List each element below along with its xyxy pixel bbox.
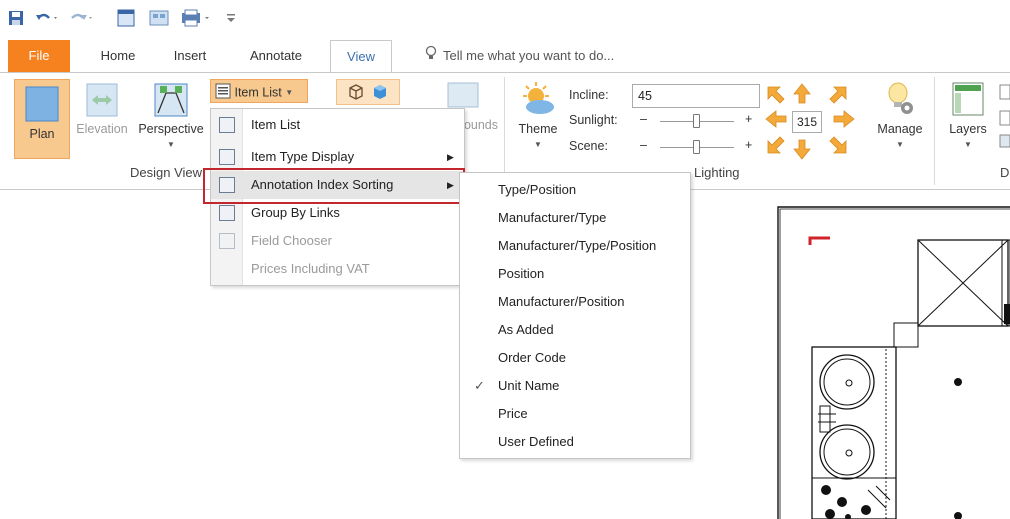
sunlight-label: Sunlight: — [569, 113, 618, 127]
tab-insert[interactable]: Insert — [160, 40, 220, 72]
layers-button[interactable]: Layers ▼ — [946, 81, 990, 163]
list-icon — [215, 83, 231, 102]
sort-option-label: Unit Name — [498, 378, 560, 393]
sunlight-plus[interactable]: + — [745, 112, 752, 126]
perspective-icon — [154, 83, 188, 120]
plan-label: Plan — [29, 127, 55, 141]
sort-option-order-code[interactable]: Order Code — [460, 344, 690, 372]
elevation-icon — [86, 83, 118, 120]
sort-option-position[interactable]: Position — [460, 260, 690, 288]
menu-item-label: Item Type Display — [251, 149, 355, 164]
chevron-down-icon: ▼ — [167, 140, 175, 149]
submenu-arrow-icon: ▶ — [447, 152, 454, 162]
chevron-down-icon: ▼ — [285, 88, 294, 97]
group-separator — [504, 77, 505, 185]
scene-plus[interactable]: + — [745, 138, 752, 152]
view-3d-toggle[interactable] — [336, 79, 400, 105]
sort-option-label: Price — [498, 406, 528, 421]
sunlight-slider-thumb[interactable] — [693, 114, 700, 128]
menu-item-field-chooser[interactable]: Field Chooser — [211, 227, 464, 255]
save-icon[interactable] — [6, 8, 26, 28]
sort-option-label: User Defined — [498, 434, 574, 449]
tab-home[interactable]: Home — [88, 40, 148, 72]
quick-access-toolbar — [0, 0, 1010, 36]
sort-option-manufacturer-type-position[interactable]: Manufacturer/Type/Position — [460, 232, 690, 260]
lighting-group-label: Lighting — [694, 165, 740, 180]
sort-option-manufacturer-position[interactable]: Manufacturer/Position — [460, 288, 690, 316]
sort-option-label: Order Code — [498, 350, 566, 365]
menu-item-item-type-display[interactable]: Item Type Display ▶ — [211, 143, 464, 171]
partial-ribbon-icon — [998, 83, 1010, 153]
menu-item-label: Item List — [251, 117, 301, 132]
chevron-down-icon: ▼ — [534, 140, 542, 149]
plan-icon — [25, 86, 59, 125]
theme-label: Theme — [518, 122, 558, 136]
customize-qat-icon[interactable] — [222, 8, 240, 28]
manage-button[interactable]: Manage ▼ — [870, 81, 930, 163]
elevation-button[interactable]: Elevation — [70, 83, 134, 159]
incline-label: Incline: — [569, 88, 609, 102]
lightbulb-icon — [425, 41, 437, 73]
sort-option-manufacturer-type[interactable]: Manufacturer/Type — [460, 204, 690, 232]
item-list-button-label: Item List — [234, 85, 282, 100]
bulb-gear-icon — [883, 81, 917, 120]
solid-cube-icon — [370, 83, 390, 104]
sort-option-unit-name[interactable]: ✓ Unit Name — [460, 372, 690, 400]
ribbon-tabs: File Home Insert Annotate View Tell me w… — [0, 40, 1010, 73]
tab-view[interactable]: View — [330, 40, 392, 73]
scene-slider-thumb[interactable] — [693, 140, 700, 154]
gallery-icon[interactable] — [148, 8, 170, 28]
sun-cloud-icon — [519, 81, 557, 120]
sort-option-price[interactable]: Price — [460, 400, 690, 428]
layers-label: Layers — [949, 122, 987, 136]
scene-minus[interactable]: – — [640, 138, 647, 152]
partial-group-label: D — [1000, 165, 1010, 180]
menu-item-prices-including-vat[interactable]: Prices Including VAT — [211, 255, 464, 283]
type-display-icon — [219, 149, 235, 165]
sort-option-label: Manufacturer/Type/Position — [498, 238, 657, 253]
chevron-down-icon: ▼ — [964, 140, 972, 149]
menu-item-item-list[interactable]: Item List — [211, 111, 464, 139]
azimuth-input[interactable]: 315 — [792, 111, 822, 133]
design-view-group-label: Design View — [130, 165, 203, 180]
sort-option-label: Manufacturer/Type — [498, 210, 607, 225]
menu-item-label: Field Chooser — [251, 233, 332, 248]
tell-me-search[interactable]: Tell me what you want to do... — [425, 40, 614, 72]
undo-icon[interactable] — [32, 8, 62, 28]
group-separator — [934, 77, 935, 185]
sort-option-label: Manufacturer/Position — [498, 294, 625, 309]
highlight-annotation-index-sorting — [203, 168, 465, 204]
sort-option-user-defined[interactable]: User Defined — [460, 428, 690, 456]
tab-file[interactable]: File — [8, 40, 70, 72]
sort-option-label: As Added — [498, 322, 554, 337]
layers-icon — [951, 81, 985, 120]
scene-label: Scene: — [569, 139, 608, 153]
print-icon[interactable] — [178, 8, 218, 28]
plan-button[interactable]: Plan — [14, 79, 70, 159]
sort-option-label: Type/Position — [498, 182, 577, 197]
group-links-icon — [219, 205, 235, 221]
elevation-label: Elevation — [76, 122, 128, 136]
annotation-index-sorting-submenu: Type/Position Manufacturer/Type Manufact… — [459, 172, 691, 459]
sort-option-type-position[interactable]: Type/Position — [460, 176, 690, 204]
wireframe-cube-icon — [346, 83, 366, 104]
manage-label: Manage — [877, 122, 923, 136]
sort-option-label: Position — [498, 266, 545, 281]
sunlight-minus[interactable]: – — [640, 112, 647, 126]
incline-input[interactable]: 45 — [632, 84, 760, 108]
window-icon[interactable] — [116, 8, 136, 28]
item-list-dropdown-button[interactable]: Item List ▼ — [210, 79, 308, 103]
menu-item-label: Prices Including VAT — [251, 261, 370, 276]
tab-annotate[interactable]: Annotate — [236, 40, 316, 72]
theme-button[interactable]: Theme ▼ — [512, 81, 564, 163]
perspective-label: Perspective — [138, 122, 204, 136]
tell-me-label: Tell me what you want to do... — [443, 48, 615, 63]
sort-option-as-added[interactable]: As Added — [460, 316, 690, 344]
field-chooser-icon — [219, 233, 235, 249]
list-icon — [219, 117, 235, 133]
perspective-button[interactable]: Perspective ▼ — [134, 83, 208, 163]
redo-icon[interactable] — [66, 8, 96, 28]
check-icon: ✓ — [474, 378, 485, 393]
chevron-down-icon: ▼ — [896, 140, 904, 149]
